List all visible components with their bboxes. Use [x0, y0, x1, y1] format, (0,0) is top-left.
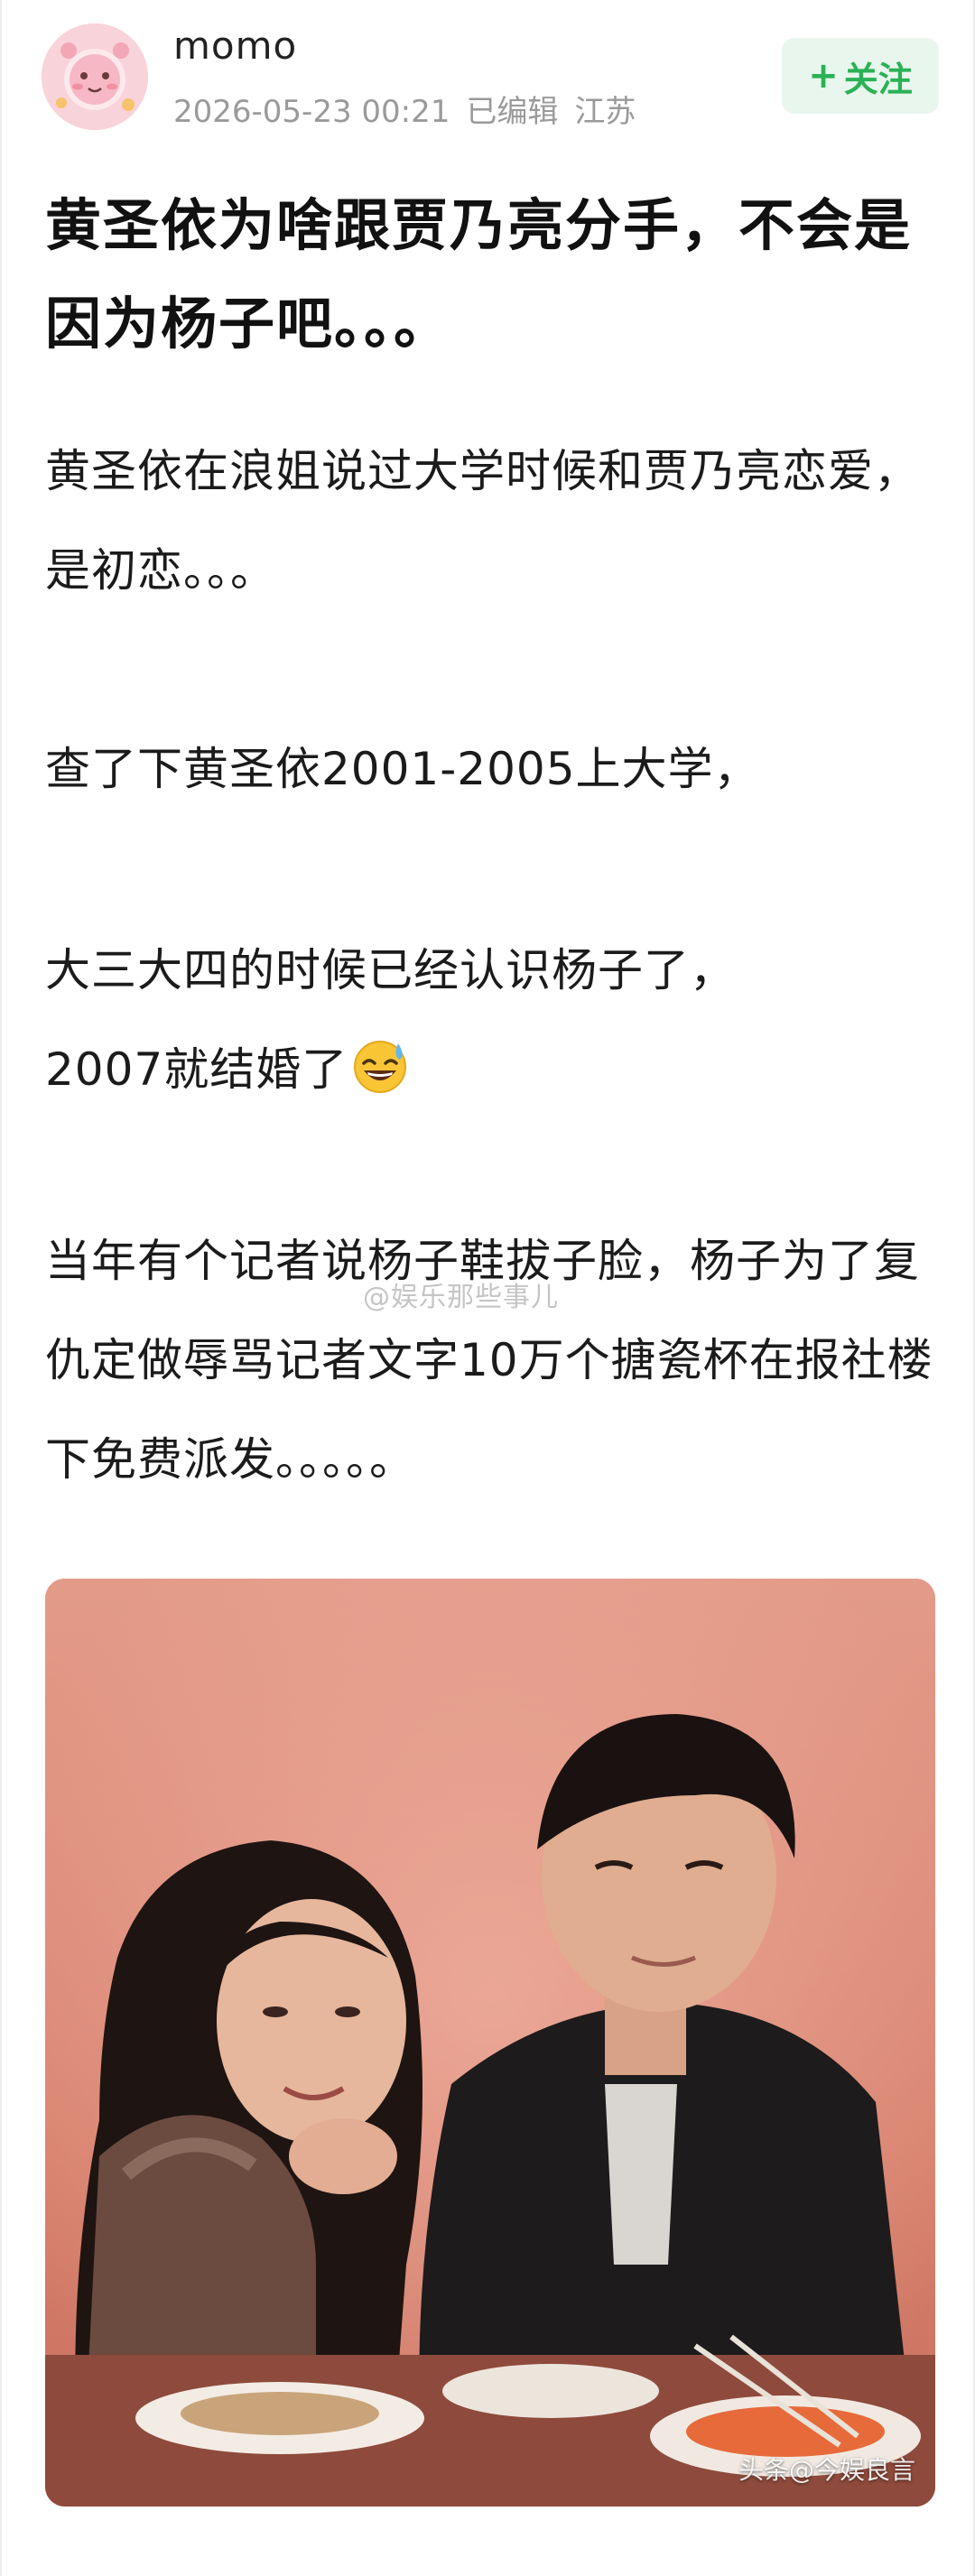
photo-image: [45, 1579, 935, 2507]
image-credit: 头条@今娱良言: [738, 2455, 915, 2485]
follow-label: 关注: [843, 59, 913, 99]
post-photo[interactable]: 头条@今娱良言: [45, 1579, 935, 2507]
post-meta: 2026-05-23 00:21 已编辑 江苏: [173, 87, 652, 131]
paragraph-4: 当年有个记者说杨子鞋拔子脸，杨子为了复仇定做辱骂记者文字10万个搪瓷杯在报社楼下…: [45, 1235, 933, 1486]
sweat-smile-emoji: [354, 1041, 407, 1093]
post-page: momo 2026-05-23 00:21 已编辑 江苏 + 关注 黄圣依为啥跟贾乃亮…: [0, 0, 975, 2576]
paragraph-3: 大三大四的时候已经认识杨子了， 2007就结婚了: [45, 921, 948, 1119]
location-label: 江苏: [574, 94, 636, 130]
username[interactable]: momo: [173, 23, 297, 68]
paragraph-1: 黄圣依在浪姐说过大学时候和贾乃亮恋爱，是初恋。。。: [45, 445, 920, 597]
avatar[interactable]: [42, 23, 148, 130]
edited-label: 已编辑: [466, 94, 559, 130]
paragraph-2: 查了下黄圣依2001-2005上大学，: [45, 743, 760, 795]
plus-icon: +: [808, 55, 839, 97]
follow-button[interactable]: + 关注: [782, 38, 939, 114]
post-date: 2026-05-23 00:21: [173, 94, 450, 130]
post-title: 黄圣依为啥跟贾乃亮分手，不会是因为杨子吧。。。: [45, 192, 913, 357]
post-header: momo 2026-05-23 00:21 已编辑 江苏 + 关注: [2, 0, 973, 144]
avatar-image: [42, 23, 148, 130]
